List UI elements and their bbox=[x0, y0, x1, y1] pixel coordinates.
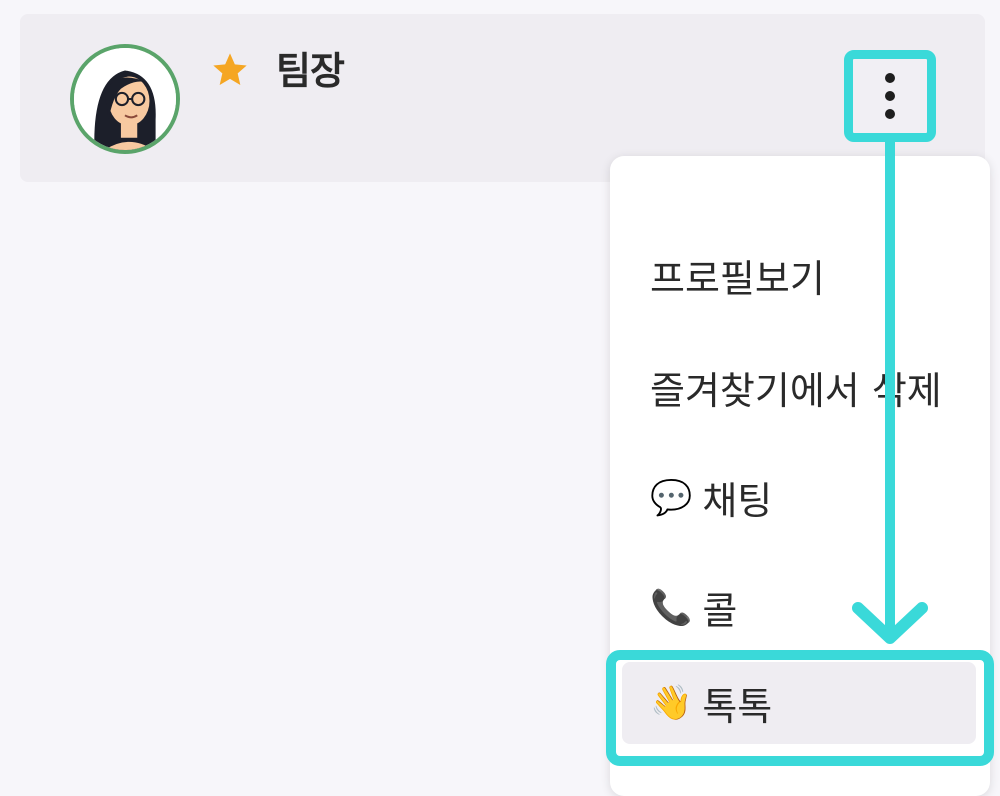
avatar-illustration bbox=[74, 48, 176, 150]
contact-name: 팀장 bbox=[276, 49, 345, 93]
menu-item-remove-favorite[interactable]: 즐겨찾기에서 삭제 bbox=[650, 360, 942, 415]
avatar[interactable] bbox=[70, 44, 180, 154]
more-options-button[interactable] bbox=[844, 50, 936, 142]
menu-item-label: 즐겨찾기에서 삭제 bbox=[650, 369, 942, 413]
vertical-ellipsis-icon-dot bbox=[885, 109, 895, 119]
menu-item-label: 프로필보기 bbox=[650, 257, 825, 301]
highlight-frame-toktok bbox=[606, 650, 994, 766]
menu-item-call[interactable]: 📞 콜 bbox=[650, 580, 737, 635]
menu-item-label: 채팅 bbox=[702, 479, 773, 523]
phone-icon: 📞 bbox=[650, 587, 693, 628]
vertical-ellipsis-icon-dot bbox=[885, 91, 895, 101]
star-icon bbox=[213, 53, 247, 85]
menu-item-view-profile[interactable]: 프로필보기 bbox=[650, 248, 825, 303]
menu-item-label: 콜 bbox=[702, 589, 738, 633]
vertical-ellipsis-icon bbox=[885, 73, 895, 83]
speech-bubble-icon: 💬 bbox=[650, 477, 693, 518]
menu-item-chat[interactable]: 💬 채팅 bbox=[650, 470, 772, 525]
